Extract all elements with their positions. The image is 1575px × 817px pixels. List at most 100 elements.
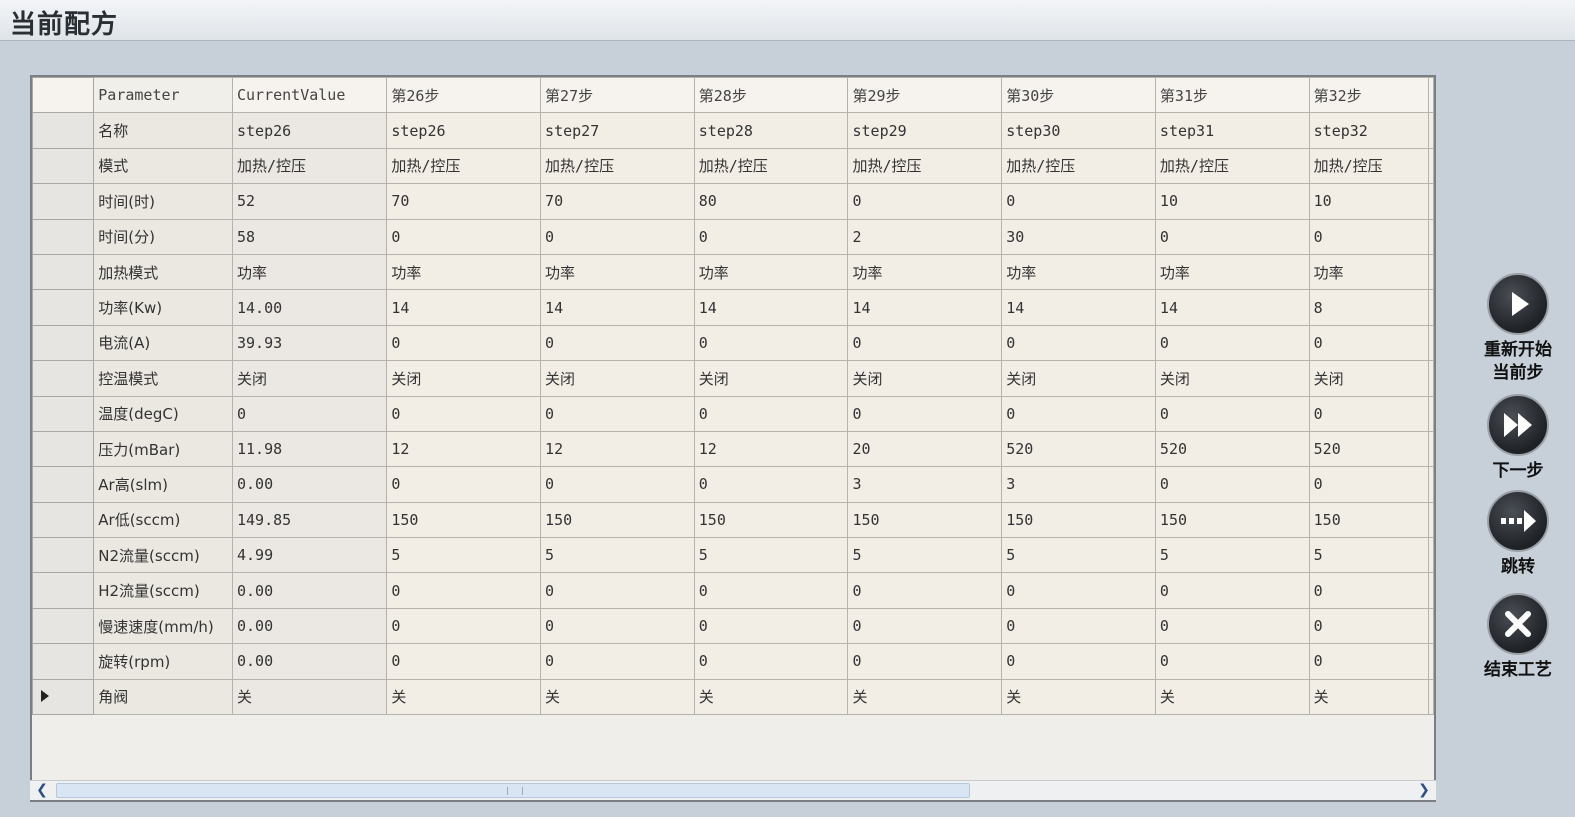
table-row[interactable]: N2流量(sccm) 4.99 5 5 5 5 5 5 5 [31, 537, 1434, 574]
value-cell[interactable]: 关闭 [693, 360, 849, 397]
value-cell[interactable]: 0 [1308, 218, 1430, 255]
value-cell[interactable]: step32 [1308, 112, 1430, 149]
value-cell[interactable]: 8 [1308, 289, 1430, 326]
value-cell[interactable]: 0 [1308, 607, 1430, 645]
parameter-cell[interactable]: 名称 [93, 112, 233, 149]
value-cell[interactable]: step31 [1154, 112, 1310, 149]
chevron-right-icon[interactable]: ❯ [1414, 781, 1434, 800]
value-cell[interactable]: 0 [1001, 395, 1156, 432]
value-cell[interactable]: 关 [1308, 678, 1430, 716]
value-cell[interactable]: 5 [1001, 537, 1156, 574]
value-cell[interactable]: 14 [540, 289, 695, 326]
value-cell[interactable]: 0 [847, 607, 1003, 645]
table-row[interactable]: 电流(A) 39.93 0 0 0 0 0 0 0 [31, 324, 1434, 362]
value-cell[interactable]: 3 [847, 466, 1003, 503]
column-header[interactable]: 第30步 [1001, 76, 1156, 114]
value-cell[interactable]: 0 [1308, 466, 1430, 503]
value-cell[interactable]: 0 [540, 572, 695, 609]
value-cell[interactable]: 0 [1001, 324, 1156, 362]
value-cell[interactable]: 关 [693, 678, 849, 716]
row-header[interactable] [31, 607, 95, 645]
parameter-cell[interactable]: N2流量(sccm) [93, 537, 233, 574]
row-header[interactable] [31, 537, 95, 574]
value-cell[interactable]: 0 [847, 643, 1003, 680]
value-cell[interactable]: 12 [540, 430, 695, 468]
value-cell[interactable]: 10 [1308, 183, 1430, 220]
value-cell[interactable]: 30 [1001, 218, 1156, 255]
column-header[interactable]: 第29步 [847, 76, 1003, 114]
value-cell[interactable]: 关闭 [540, 360, 695, 397]
table-row[interactable]: 加热模式 功率 功率 功率 功率 功率 功率 功率 功率 [31, 253, 1434, 291]
row-header[interactable] [31, 501, 95, 539]
value-cell[interactable]: 11.98 [231, 430, 388, 468]
value-cell[interactable]: 加热/控压 [1154, 147, 1310, 185]
table-row[interactable]: H2流量(sccm) 0.00 0 0 0 0 0 0 0 [31, 572, 1434, 609]
row-header[interactable] [31, 76, 95, 114]
value-cell[interactable]: 70 [386, 183, 542, 220]
value-cell[interactable]: 关闭 [231, 360, 388, 397]
value-cell[interactable]: 功率 [386, 253, 542, 291]
value-cell[interactable]: 关 [231, 678, 388, 716]
value-cell[interactable]: 5 [693, 537, 849, 574]
table-row[interactable]: Ar高(slm) 0.00 0 0 0 3 3 0 0 [31, 466, 1434, 503]
value-cell[interactable]: 0.00 [231, 466, 388, 503]
value-cell[interactable]: 功率 [1154, 253, 1310, 291]
value-cell[interactable]: 5 [386, 537, 542, 574]
value-cell[interactable]: 150 [847, 501, 1003, 539]
table-row[interactable]: 时间(时) 52 70 70 80 0 0 10 10 [31, 183, 1434, 220]
table-row[interactable]: 压力(mBar) 11.98 12 12 12 20 520 520 520 [31, 430, 1434, 468]
value-cell[interactable]: 0 [540, 395, 695, 432]
value-cell[interactable]: 14 [693, 289, 849, 326]
table-row[interactable]: 温度(degC) 0 0 0 0 0 0 0 0 [31, 395, 1434, 432]
value-cell[interactable]: 0 [1001, 572, 1156, 609]
value-cell[interactable]: 加热/控压 [1308, 147, 1430, 185]
value-cell[interactable]: 功率 [540, 253, 695, 291]
value-cell[interactable]: 0 [847, 324, 1003, 362]
value-cell[interactable]: 5 [540, 537, 695, 574]
table-row[interactable]: 角阀关关关关关关关关 [31, 678, 1434, 716]
parameter-cell[interactable]: 控温模式 [93, 360, 233, 397]
value-cell[interactable]: 0 [847, 572, 1003, 609]
value-cell[interactable]: 关闭 [1308, 360, 1430, 397]
parameter-cell[interactable]: 时间(分) [93, 218, 233, 255]
value-cell[interactable]: 0 [1308, 643, 1430, 680]
value-cell[interactable]: 0 [693, 324, 849, 362]
value-cell[interactable]: 0.00 [231, 572, 388, 609]
row-header[interactable] [31, 572, 95, 609]
value-cell[interactable]: 0 [1001, 607, 1156, 645]
value-cell[interactable]: 关闭 [386, 360, 542, 397]
value-cell[interactable]: 58 [231, 218, 388, 255]
value-cell[interactable]: 0 [386, 218, 542, 255]
value-cell[interactable]: 0.00 [231, 607, 388, 645]
column-header[interactable]: CurrentValue [231, 76, 388, 114]
value-cell[interactable]: 5 [1308, 537, 1430, 574]
row-header[interactable] [31, 643, 95, 680]
value-cell[interactable]: 0 [540, 607, 695, 645]
parameter-cell[interactable]: 电流(A) [93, 324, 233, 362]
parameter-cell[interactable]: H2流量(sccm) [93, 572, 233, 609]
horizontal-scrollbar[interactable]: ❮ ❯ [30, 780, 1436, 800]
value-cell[interactable]: 0 [1154, 324, 1310, 362]
value-cell[interactable]: step27 [540, 112, 695, 149]
parameter-cell[interactable]: 时间(时) [93, 183, 233, 220]
value-cell[interactable]: 0 [386, 643, 542, 680]
value-cell[interactable]: 关闭 [1001, 360, 1156, 397]
value-cell[interactable]: 功率 [847, 253, 1003, 291]
value-cell[interactable]: 关闭 [1154, 360, 1310, 397]
column-header[interactable]: 第26步 [386, 76, 542, 114]
value-cell[interactable]: 520 [1154, 430, 1310, 468]
value-cell[interactable]: 0.00 [231, 643, 388, 680]
value-cell[interactable]: 70 [540, 183, 695, 220]
next-step-button[interactable]: 下一步 [1463, 394, 1573, 483]
value-cell[interactable]: 39.93 [231, 324, 388, 362]
value-cell[interactable]: 0 [1154, 218, 1310, 255]
value-cell[interactable]: 2 [847, 218, 1003, 255]
table-row[interactable]: Ar低(sccm) 149.85 150 150 150 150 150 150 150 [31, 501, 1434, 539]
scrollbar-thumb[interactable] [56, 783, 970, 798]
parameter-cell[interactable]: 压力(mBar) [93, 430, 233, 468]
column-header[interactable]: 第31步 [1154, 76, 1310, 114]
chevron-left-icon[interactable]: ❮ [32, 781, 52, 800]
table-row[interactable]: 慢速速度(mm/h) 0.00 0 0 0 0 0 0 0 [31, 607, 1434, 645]
value-cell[interactable]: 0 [386, 466, 542, 503]
value-cell[interactable]: 0 [386, 572, 542, 609]
